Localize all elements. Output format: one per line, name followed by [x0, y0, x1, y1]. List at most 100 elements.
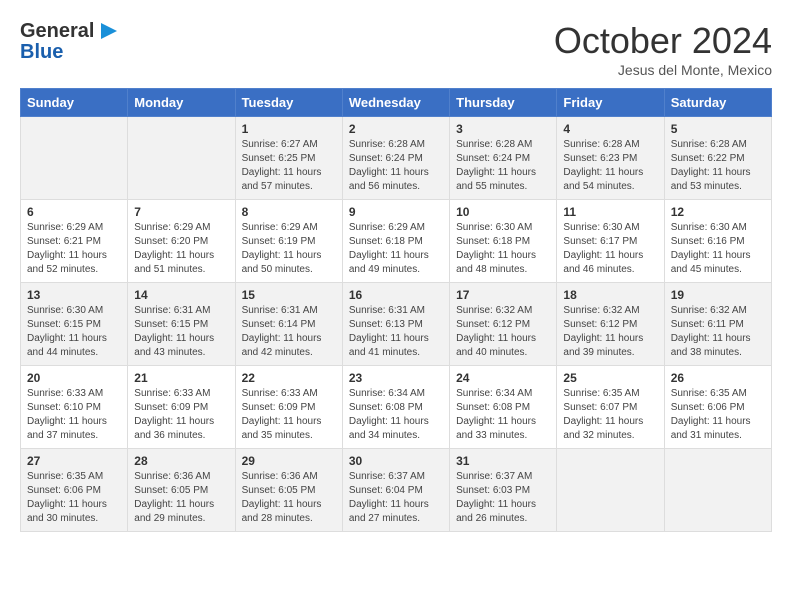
- calendar-cell: 4 Sunrise: 6:28 AM Sunset: 6:23 PM Daylig…: [557, 117, 664, 200]
- calendar-cell: [128, 117, 235, 200]
- calendar-cell: 13 Sunrise: 6:30 AM Sunset: 6:15 PM Dayli…: [21, 283, 128, 366]
- day-info: Sunrise: 6:28 AM Sunset: 6:23 PM Dayligh…: [563, 138, 657, 194]
- page-header: General Blue October 2024 Jesus del Mont…: [20, 20, 772, 78]
- day-info: Sunrise: 6:31 AM Sunset: 6:15 PM Dayligh…: [134, 304, 228, 360]
- day-info: Sunrise: 6:28 AM Sunset: 6:24 PM Dayligh…: [456, 138, 550, 194]
- logo: General Blue: [20, 20, 119, 62]
- day-number: 29: [242, 454, 336, 468]
- location-subtitle: Jesus del Monte, Mexico: [554, 62, 772, 78]
- day-info: Sunrise: 6:27 AM Sunset: 6:25 PM Dayligh…: [242, 138, 336, 194]
- day-number: 21: [134, 371, 228, 385]
- day-info: Sunrise: 6:33 AM Sunset: 6:09 PM Dayligh…: [134, 387, 228, 443]
- calendar-cell: 24Sunrise: 6:34 AM Sunset: 6:08 PM Dayli…: [450, 366, 557, 449]
- day-number: 18: [563, 288, 657, 302]
- day-number: 28: [134, 454, 228, 468]
- day-info: Sunrise: 6:32 AM Sunset: 6:11 PM Dayligh…: [671, 304, 765, 360]
- column-header-tuesday: Tuesday: [235, 89, 342, 117]
- day-info: Sunrise: 6:33 AM Sunset: 6:09 PM Dayligh…: [242, 387, 336, 443]
- day-info: Sunrise: 6:29 AM Sunset: 6:21 PM Dayligh…: [27, 221, 121, 277]
- calendar-header-row: SundayMondayTuesdayWednesdayThursdayFrid…: [21, 89, 772, 117]
- day-info: Sunrise: 6:29 AM Sunset: 6:18 PM Dayligh…: [349, 221, 443, 277]
- calendar-table: SundayMondayTuesdayWednesdayThursdayFrid…: [20, 88, 772, 532]
- day-number: 9: [349, 205, 443, 219]
- day-number: 8: [242, 205, 336, 219]
- day-info: Sunrise: 6:36 AM Sunset: 6:05 PM Dayligh…: [242, 470, 336, 526]
- day-number: 24: [456, 371, 550, 385]
- calendar-cell: 21 Sunrise: 6:33 AM Sunset: 6:09 PM Dayli…: [128, 366, 235, 449]
- calendar-body: 1 Sunrise: 6:27 AM Sunset: 6:25 PM Daylig…: [21, 117, 772, 532]
- calendar-cell: 11 Sunrise: 6:30 AM Sunset: 6:17 PM Dayli…: [557, 200, 664, 283]
- month-title: October 2024: [554, 20, 772, 62]
- day-number: 25: [563, 371, 657, 385]
- day-number: 4: [563, 122, 657, 136]
- logo-arrow-icon: [97, 20, 119, 42]
- title-block: October 2024 Jesus del Monte, Mexico: [554, 20, 772, 78]
- day-info: Sunrise: 6:30 AM Sunset: 6:16 PM Dayligh…: [671, 221, 765, 277]
- day-info: Sunrise: 6:37 AM Sunset: 6:03 PM Dayligh…: [456, 470, 550, 526]
- day-number: 7: [134, 205, 228, 219]
- calendar-cell: 8 Sunrise: 6:29 AM Sunset: 6:19 PM Daylig…: [235, 200, 342, 283]
- day-info: Sunrise: 6:32 AM Sunset: 6:12 PM Dayligh…: [456, 304, 550, 360]
- calendar-cell: 3 Sunrise: 6:28 AM Sunset: 6:24 PM Daylig…: [450, 117, 557, 200]
- calendar-week-row: 13 Sunrise: 6:30 AM Sunset: 6:15 PM Dayli…: [21, 283, 772, 366]
- day-number: 11: [563, 205, 657, 219]
- calendar-week-row: 20 Sunrise: 6:33 AM Sunset: 6:10 PM Dayli…: [21, 366, 772, 449]
- calendar-cell: 30 Sunrise: 6:37 AM Sunset: 6:04 PM Dayli…: [342, 449, 449, 532]
- calendar-cell: 20 Sunrise: 6:33 AM Sunset: 6:10 PM Dayli…: [21, 366, 128, 449]
- column-header-monday: Monday: [128, 89, 235, 117]
- day-info: Sunrise: 6:37 AM Sunset: 6:04 PM Dayligh…: [349, 470, 443, 526]
- day-info: Sunrise: 6:30 AM Sunset: 6:18 PM Dayligh…: [456, 221, 550, 277]
- day-info: Sunrise: 6:36 AM Sunset: 6:05 PM Dayligh…: [134, 470, 228, 526]
- calendar-cell: 1 Sunrise: 6:27 AM Sunset: 6:25 PM Daylig…: [235, 117, 342, 200]
- calendar-cell: 5Sunrise: 6:28 AM Sunset: 6:22 PM Daylig…: [664, 117, 771, 200]
- calendar-cell: 23 Sunrise: 6:34 AM Sunset: 6:08 PM Dayli…: [342, 366, 449, 449]
- calendar-cell: 22 Sunrise: 6:33 AM Sunset: 6:09 PM Dayli…: [235, 366, 342, 449]
- day-info: Sunrise: 6:28 AM Sunset: 6:22 PM Dayligh…: [671, 138, 765, 194]
- day-number: 1: [242, 122, 336, 136]
- column-header-saturday: Saturday: [664, 89, 771, 117]
- day-number: 31: [456, 454, 550, 468]
- calendar-cell: 15 Sunrise: 6:31 AM Sunset: 6:14 PM Dayli…: [235, 283, 342, 366]
- day-number: 10: [456, 205, 550, 219]
- day-number: 3: [456, 122, 550, 136]
- calendar-cell: [21, 117, 128, 200]
- day-info: Sunrise: 6:35 AM Sunset: 6:07 PM Dayligh…: [563, 387, 657, 443]
- day-number: 26: [671, 371, 765, 385]
- day-number: 17: [456, 288, 550, 302]
- day-number: 6: [27, 205, 121, 219]
- column-header-thursday: Thursday: [450, 89, 557, 117]
- day-number: 22: [242, 371, 336, 385]
- day-number: 14: [134, 288, 228, 302]
- day-info: Sunrise: 6:31 AM Sunset: 6:14 PM Dayligh…: [242, 304, 336, 360]
- calendar-cell: 31 Sunrise: 6:37 AM Sunset: 6:03 PM Dayli…: [450, 449, 557, 532]
- day-info: Sunrise: 6:35 AM Sunset: 6:06 PM Dayligh…: [671, 387, 765, 443]
- calendar-cell: 27 Sunrise: 6:35 AM Sunset: 6:06 PM Dayli…: [21, 449, 128, 532]
- calendar-cell: 17 Sunrise: 6:32 AM Sunset: 6:12 PM Dayli…: [450, 283, 557, 366]
- day-info: Sunrise: 6:30 AM Sunset: 6:15 PM Dayligh…: [27, 304, 121, 360]
- day-number: 30: [349, 454, 443, 468]
- calendar-cell: 29 Sunrise: 6:36 AM Sunset: 6:05 PM Dayli…: [235, 449, 342, 532]
- calendar-cell: 9 Sunrise: 6:29 AM Sunset: 6:18 PM Daylig…: [342, 200, 449, 283]
- day-number: 27: [27, 454, 121, 468]
- calendar-cell: 26 Sunrise: 6:35 AM Sunset: 6:06 PM Dayli…: [664, 366, 771, 449]
- day-number: 15: [242, 288, 336, 302]
- day-info: Sunrise: 6:33 AM Sunset: 6:10 PM Dayligh…: [27, 387, 121, 443]
- calendar-cell: 6 Sunrise: 6:29 AM Sunset: 6:21 PM Daylig…: [21, 200, 128, 283]
- day-number: 20: [27, 371, 121, 385]
- logo-blue: Blue: [20, 42, 63, 62]
- calendar-cell: 2Sunrise: 6:28 AM Sunset: 6:24 PM Daylig…: [342, 117, 449, 200]
- column-header-wednesday: Wednesday: [342, 89, 449, 117]
- day-info: Sunrise: 6:29 AM Sunset: 6:20 PM Dayligh…: [134, 221, 228, 277]
- day-number: 13: [27, 288, 121, 302]
- day-info: Sunrise: 6:34 AM Sunset: 6:08 PM Dayligh…: [349, 387, 443, 443]
- day-info: Sunrise: 6:30 AM Sunset: 6:17 PM Dayligh…: [563, 221, 657, 277]
- calendar-cell: 12Sunrise: 6:30 AM Sunset: 6:16 PM Dayli…: [664, 200, 771, 283]
- day-number: 23: [349, 371, 443, 385]
- day-number: 16: [349, 288, 443, 302]
- calendar-cell: 25 Sunrise: 6:35 AM Sunset: 6:07 PM Dayli…: [557, 366, 664, 449]
- column-header-sunday: Sunday: [21, 89, 128, 117]
- day-info: Sunrise: 6:35 AM Sunset: 6:06 PM Dayligh…: [27, 470, 121, 526]
- calendar-week-row: 6 Sunrise: 6:29 AM Sunset: 6:21 PM Daylig…: [21, 200, 772, 283]
- logo-general: General: [20, 20, 94, 42]
- day-info: Sunrise: 6:29 AM Sunset: 6:19 PM Dayligh…: [242, 221, 336, 277]
